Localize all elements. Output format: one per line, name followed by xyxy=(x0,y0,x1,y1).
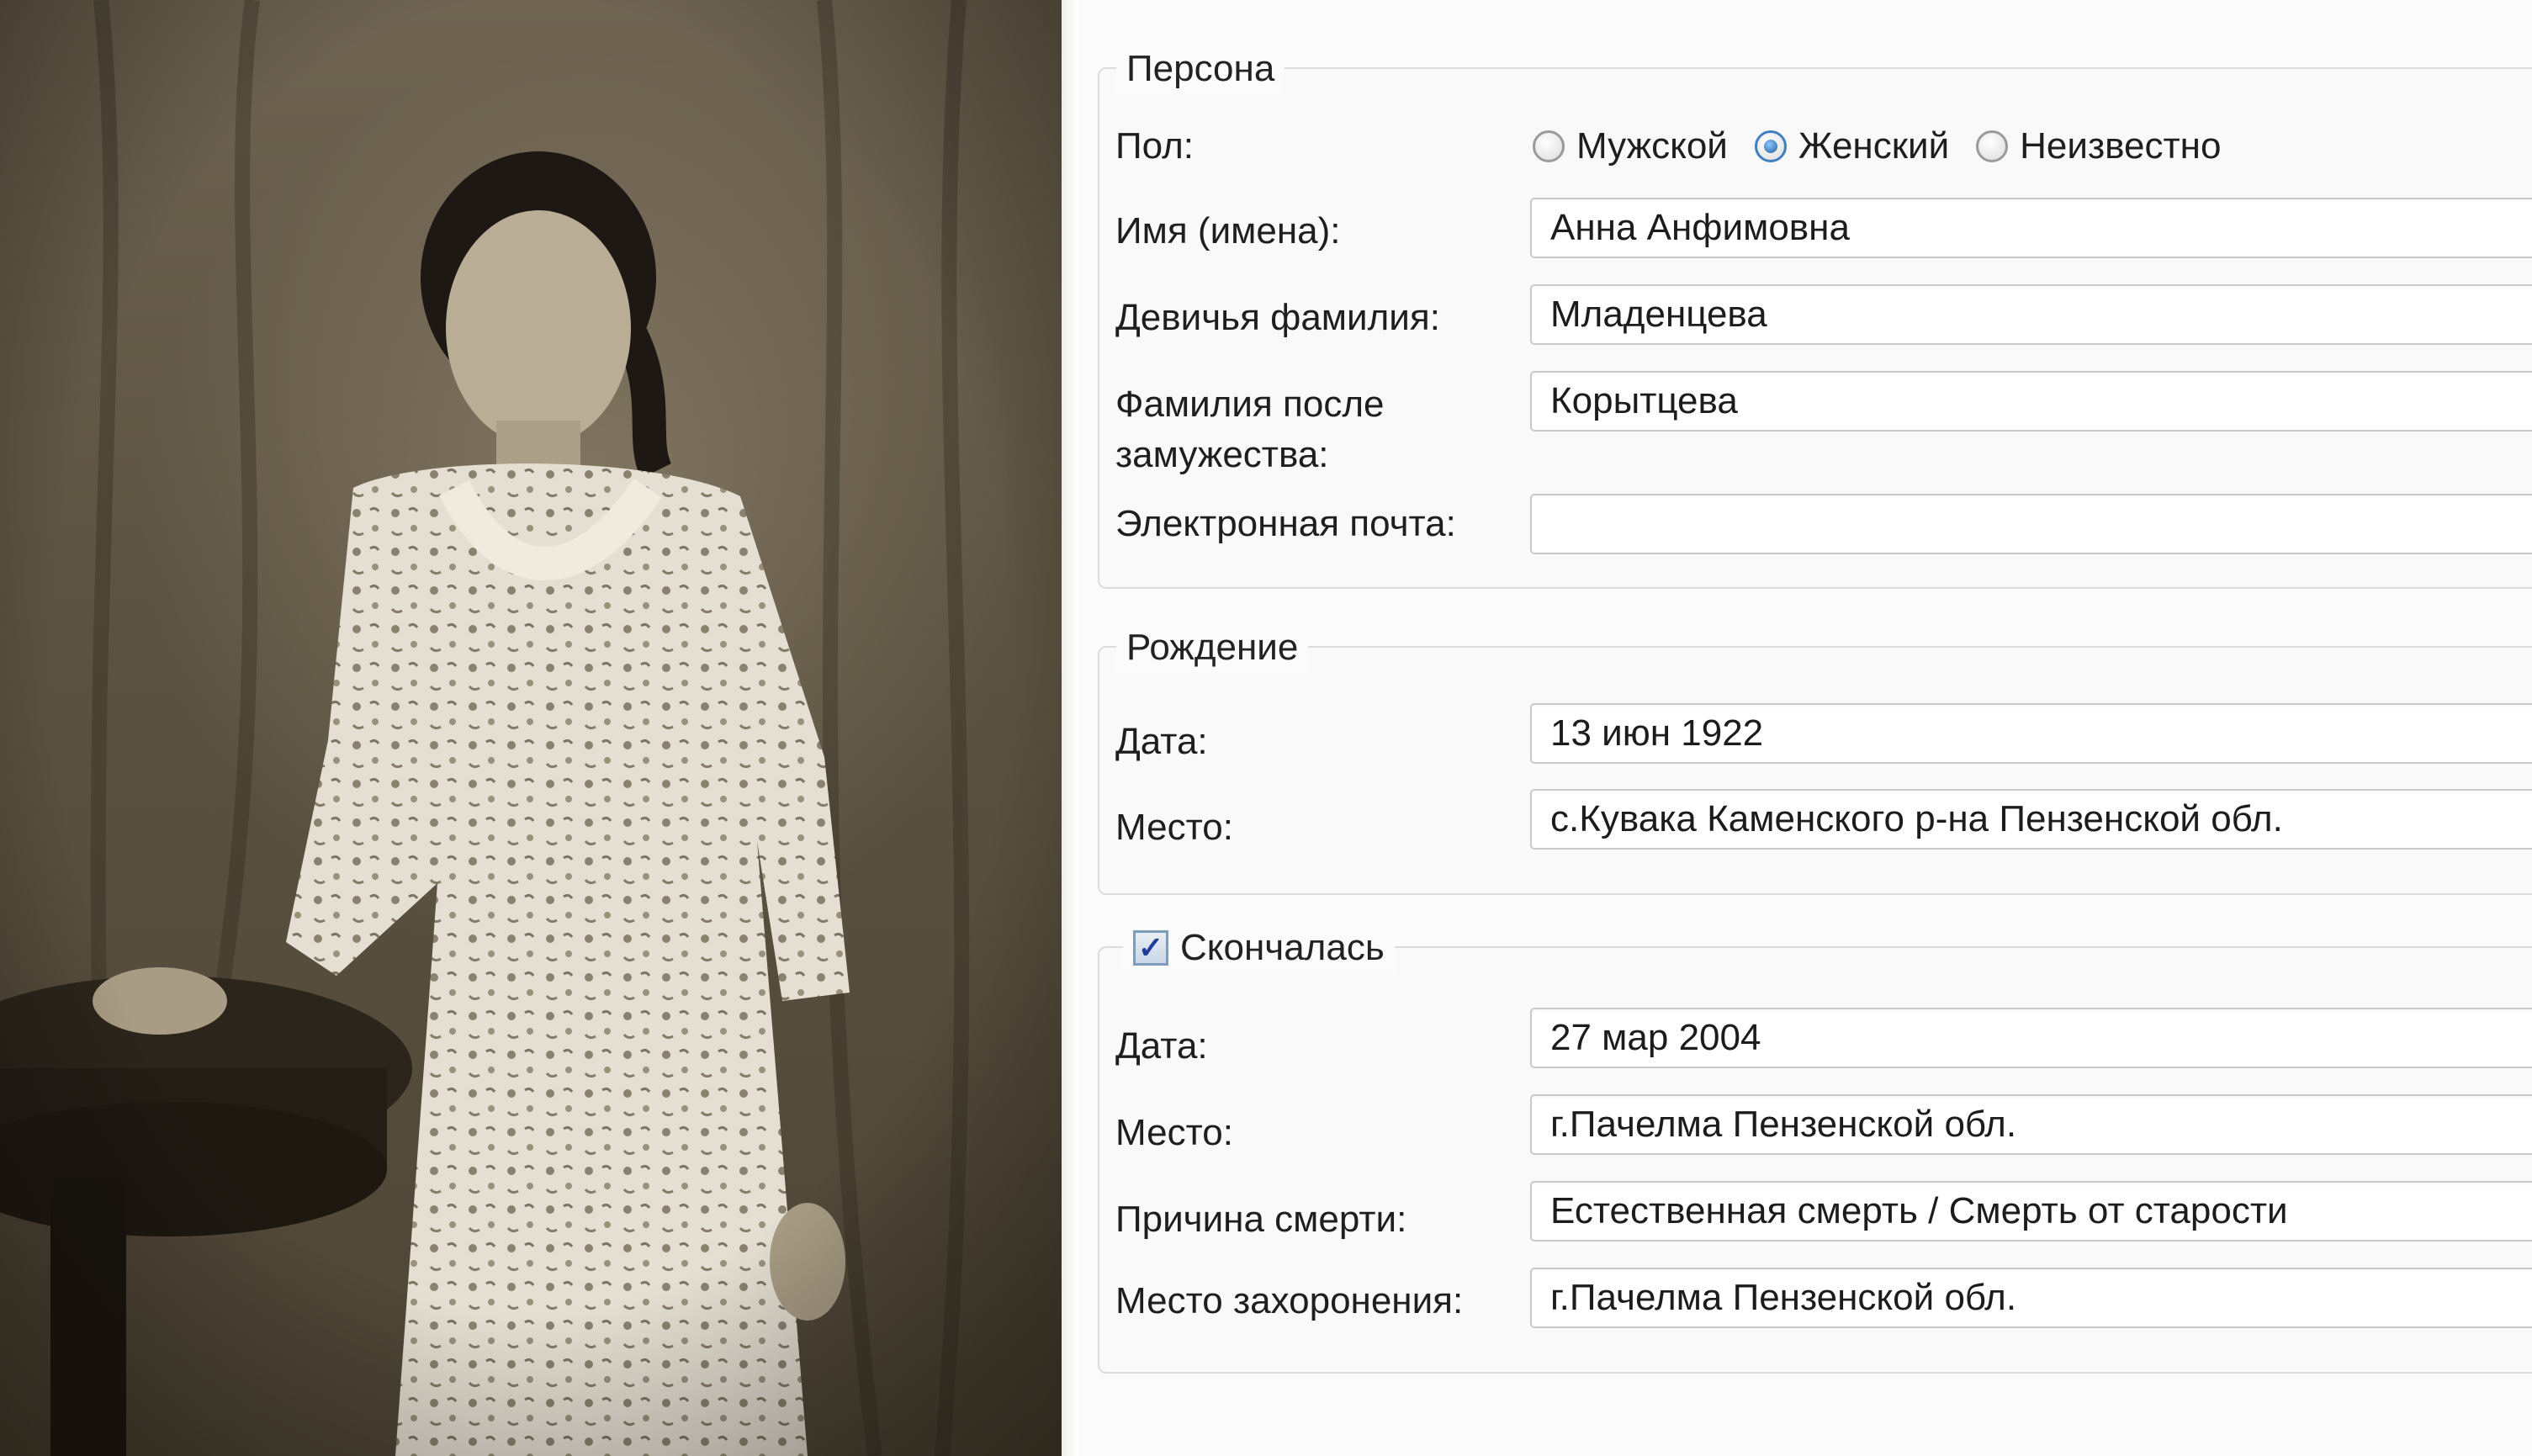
birth-legend: Рождение xyxy=(1116,622,1309,673)
birth-place-input[interactable]: с.Кувака Каменского р-на Пензенской обл. xyxy=(1530,789,2532,850)
maiden-name-input[interactable]: Младенцева xyxy=(1530,284,2532,345)
given-names-input[interactable]: Анна Анфимовна xyxy=(1530,198,2532,258)
birth-place-label: Место: xyxy=(1115,807,1233,848)
death-place-label: Место: xyxy=(1115,1112,1233,1153)
gender-unknown-label[interactable]: Неизвестно xyxy=(2020,125,2221,167)
married-name-label-line2: замужества: xyxy=(1115,434,1329,475)
death-cause-label: Причина смерти: xyxy=(1115,1199,1407,1240)
death-cause-input[interactable]: Естественная смерть / Смерть от старости xyxy=(1530,1181,2532,1242)
gender-unknown-radio[interactable] xyxy=(1976,130,2009,162)
given-names-label: Имя (имена): xyxy=(1115,210,1341,251)
maiden-name-label: Девичья фамилия: xyxy=(1115,297,1440,338)
death-place-input[interactable]: г.Пачелма Пензенской обл. xyxy=(1530,1094,2532,1155)
death-legend: ✓ Скончалась xyxy=(1123,923,1395,973)
portrait-photo xyxy=(0,0,1062,1456)
gender-female-radio[interactable] xyxy=(1754,130,1787,162)
married-name-label-line1: Фамилия после xyxy=(1115,384,1385,425)
burial-place-label: Место захоронения: xyxy=(1115,1280,1464,1321)
gender-female-label[interactable]: Женский xyxy=(1798,125,1949,167)
photo-border xyxy=(1062,0,1078,1456)
married-name-input[interactable]: Корытцева xyxy=(1530,371,2532,432)
gender-radio-group: Мужской Женский Неизвестно xyxy=(1533,121,2248,172)
burial-place-input[interactable]: г.Пачелма Пензенской обл. xyxy=(1530,1268,2532,1328)
email-input[interactable] xyxy=(1530,494,2532,554)
death-group: ✓ Скончалась Дата: 27 мар 2004 Место: г.… xyxy=(1098,923,2532,1374)
death-date-label: Дата: xyxy=(1115,1025,1208,1067)
birth-group: Рождение Дата: 13 июн 1922 Место: с.Кува… xyxy=(1098,622,2532,895)
gender-male-label[interactable]: Мужской xyxy=(1576,125,1728,167)
deceased-label[interactable]: Скончалась xyxy=(1180,923,1385,973)
gender-male-radio[interactable] xyxy=(1533,130,1565,162)
woman-in-floral-dress-icon xyxy=(0,0,1062,1456)
email-label: Электронная почта: xyxy=(1115,503,1456,544)
deceased-checkbox[interactable]: ✓ xyxy=(1133,930,1168,966)
birth-date-label: Дата: xyxy=(1115,721,1208,762)
gender-label: Пол: xyxy=(1115,125,1194,167)
person-legend: Персона xyxy=(1116,44,1285,94)
person-editor-panel: Персона Пол: Мужской Женский Неизвестно … xyxy=(1078,0,2532,1456)
person-group: Персона Пол: Мужской Женский Неизвестно … xyxy=(1098,44,2532,589)
birth-date-input[interactable]: 13 июн 1922 xyxy=(1530,703,2532,764)
death-date-input[interactable]: 27 мар 2004 xyxy=(1530,1008,2532,1068)
